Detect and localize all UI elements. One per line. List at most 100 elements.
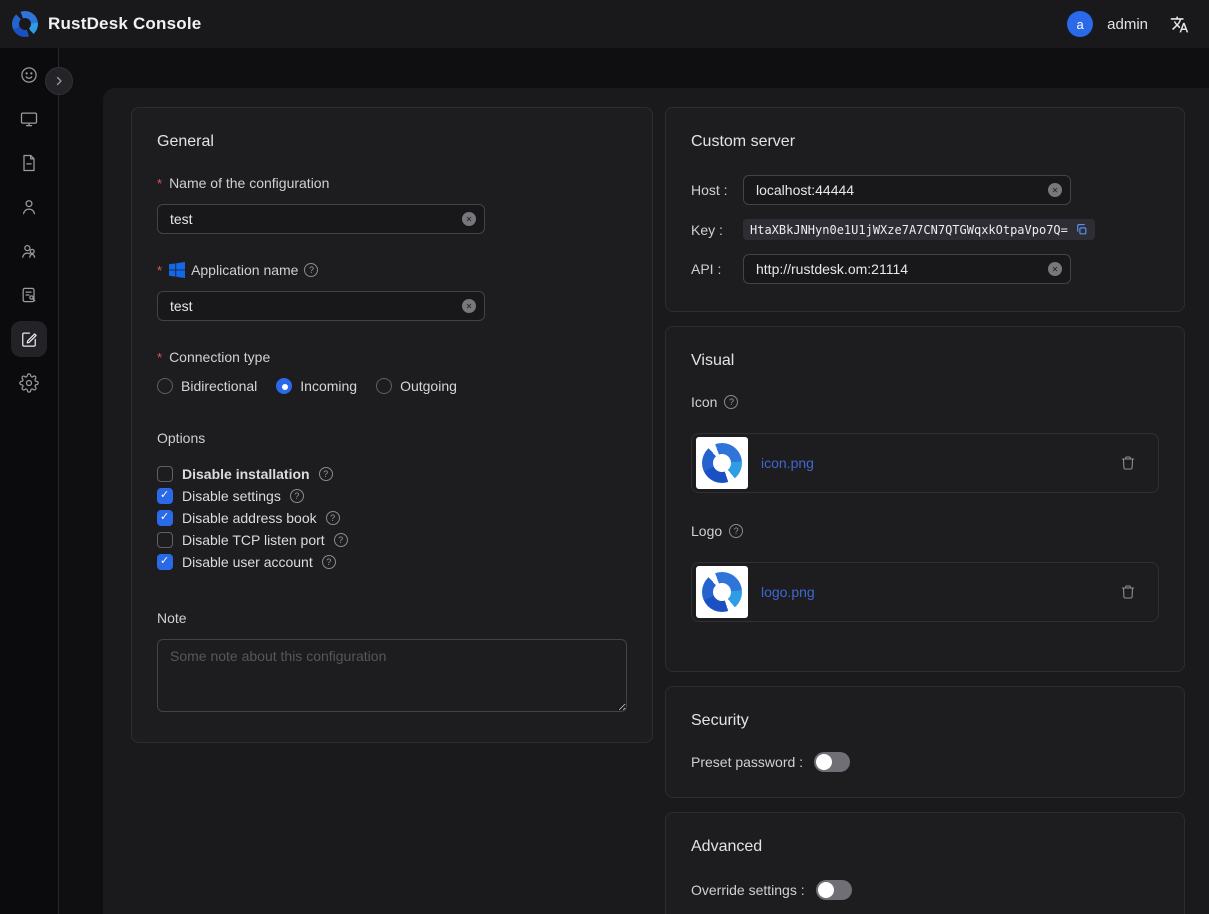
user-icon: [19, 197, 39, 217]
override-settings-toggle[interactable]: [816, 880, 852, 900]
avatar[interactable]: a: [1067, 11, 1093, 37]
radio-circle[interactable]: [157, 378, 173, 394]
username[interactable]: admin: [1107, 16, 1148, 33]
icon-file-box: icon.png: [691, 433, 1159, 493]
visual-title: Visual: [691, 352, 1159, 370]
translate-icon[interactable]: [1170, 15, 1189, 34]
custom-server-card: Custom server Host : ✕ Key : HtaXBkJNHyn…: [665, 107, 1185, 312]
general-card: General * Name of the configuration ✕ * …: [131, 107, 653, 743]
help-icon[interactable]: ?: [729, 524, 743, 538]
help-icon[interactable]: ?: [326, 511, 340, 525]
required-asterisk: *: [157, 350, 162, 365]
chevron-right-icon: [53, 75, 65, 87]
sidebar-item-custom-client[interactable]: [11, 321, 47, 357]
api-label: API :: [691, 261, 743, 277]
advanced-title: Advanced: [691, 838, 1159, 856]
required-asterisk: *: [157, 176, 162, 191]
sidebar-item-smiley[interactable]: [11, 57, 47, 93]
help-icon[interactable]: ?: [319, 467, 333, 481]
main-panel: General * Name of the configuration ✕ * …: [103, 88, 1209, 914]
checkbox[interactable]: [157, 532, 173, 548]
preset-password-label: Preset password :: [691, 754, 803, 770]
connection-type-label: Connection type: [169, 349, 270, 365]
trash-icon[interactable]: [1120, 454, 1136, 472]
key-row: Key : HtaXBkJNHyn0e1U1jWXze7A7CN7QTGWqxk…: [691, 219, 1159, 240]
preset-password-row: Preset password :: [691, 752, 1159, 772]
checkbox[interactable]: [157, 488, 173, 504]
sidebar: [0, 48, 59, 914]
logo-file-box: logo.png: [691, 562, 1159, 622]
radio-circle[interactable]: [276, 378, 292, 394]
custom-server-title: Custom server: [691, 133, 1159, 151]
help-icon[interactable]: ?: [724, 395, 738, 409]
clear-icon[interactable]: ✕: [462, 212, 476, 226]
app-title: RustDesk Console: [48, 14, 201, 34]
option-disable-tcp-listen-port[interactable]: Disable TCP listen port ?: [157, 529, 627, 551]
help-icon[interactable]: ?: [290, 489, 304, 503]
option-disable-user-account[interactable]: Disable user account ?: [157, 551, 627, 573]
logo-label: Logo: [691, 523, 722, 539]
rustdesk-logo-icon: [12, 11, 38, 37]
document-icon: [19, 153, 39, 173]
checkbox[interactable]: [157, 466, 173, 482]
icon-thumbnail: [696, 437, 748, 489]
note-label: Note: [157, 610, 627, 626]
help-icon[interactable]: ?: [304, 263, 318, 277]
key-value: HtaXBkJNHyn0e1U1jWXze7A7CN7QTGWqxkOtpaVp…: [750, 223, 1068, 237]
host-input[interactable]: [743, 175, 1071, 205]
sidebar-item-settings[interactable]: [11, 365, 47, 401]
host-label: Host :: [691, 182, 743, 198]
sidebar-item-devices[interactable]: [11, 101, 47, 137]
audit-log-icon: [19, 285, 39, 305]
sidebar-item-audit[interactable]: [11, 277, 47, 313]
preset-password-toggle[interactable]: [814, 752, 850, 772]
trash-icon[interactable]: [1120, 583, 1136, 601]
avatar-initial: a: [1077, 17, 1084, 32]
options-label: Options: [157, 430, 627, 446]
icon-label: Icon: [691, 394, 717, 410]
option-disable-installation[interactable]: Disable installation ?: [157, 463, 627, 485]
sidebar-item-documents[interactable]: [11, 145, 47, 181]
sidebar-item-groups[interactable]: [11, 233, 47, 269]
connection-type-label-row: * Connection type: [157, 349, 627, 365]
help-icon[interactable]: ?: [334, 533, 348, 547]
icon-label-row: Icon ?: [691, 394, 1159, 410]
logo-file-link[interactable]: logo.png: [761, 584, 815, 600]
key-value-box: HtaXBkJNHyn0e1U1jWXze7A7CN7QTGWqxkOtpaVp…: [743, 219, 1095, 240]
users-group-icon: [19, 241, 39, 261]
help-icon[interactable]: ?: [322, 555, 336, 569]
radio-outgoing[interactable]: Outgoing: [376, 378, 457, 394]
option-disable-settings[interactable]: Disable settings ?: [157, 485, 627, 507]
checkbox[interactable]: [157, 554, 173, 570]
override-settings-row: Override settings :: [691, 880, 1159, 900]
general-card-title: General: [157, 133, 627, 151]
icon-file-link[interactable]: icon.png: [761, 455, 814, 471]
checkbox[interactable]: [157, 510, 173, 526]
logo-thumbnail: [696, 566, 748, 618]
api-row: API : ✕: [691, 254, 1159, 284]
api-input[interactable]: [743, 254, 1071, 284]
radio-bidirectional[interactable]: Bidirectional: [157, 378, 257, 394]
config-name-input[interactable]: [157, 204, 485, 234]
clear-icon[interactable]: ✕: [1048, 183, 1062, 197]
clear-icon[interactable]: ✕: [462, 299, 476, 313]
config-name-label: Name of the configuration: [169, 175, 329, 191]
clear-icon[interactable]: ✕: [1048, 262, 1062, 276]
topbar: RustDesk Console a admin: [0, 0, 1209, 48]
security-card: Security Preset password :: [665, 686, 1185, 798]
sidebar-item-user[interactable]: [11, 189, 47, 225]
app-name-label: Application name: [191, 262, 298, 278]
copy-icon[interactable]: [1075, 223, 1088, 236]
rustdesk-logo-thumb: [702, 572, 742, 612]
rustdesk-logo-thumb: [702, 443, 742, 483]
radio-circle[interactable]: [376, 378, 392, 394]
security-title: Security: [691, 712, 1159, 730]
radio-incoming[interactable]: Incoming: [276, 378, 357, 394]
advanced-card: Advanced Override settings : Default set…: [665, 812, 1185, 914]
note-textarea[interactable]: [157, 639, 627, 712]
sidebar-collapse-button[interactable]: [45, 67, 73, 95]
override-settings-label: Override settings :: [691, 882, 805, 898]
option-disable-address-book[interactable]: Disable address book ?: [157, 507, 627, 529]
app-name-input[interactable]: [157, 291, 485, 321]
config-name-label-row: * Name of the configuration: [157, 175, 627, 191]
